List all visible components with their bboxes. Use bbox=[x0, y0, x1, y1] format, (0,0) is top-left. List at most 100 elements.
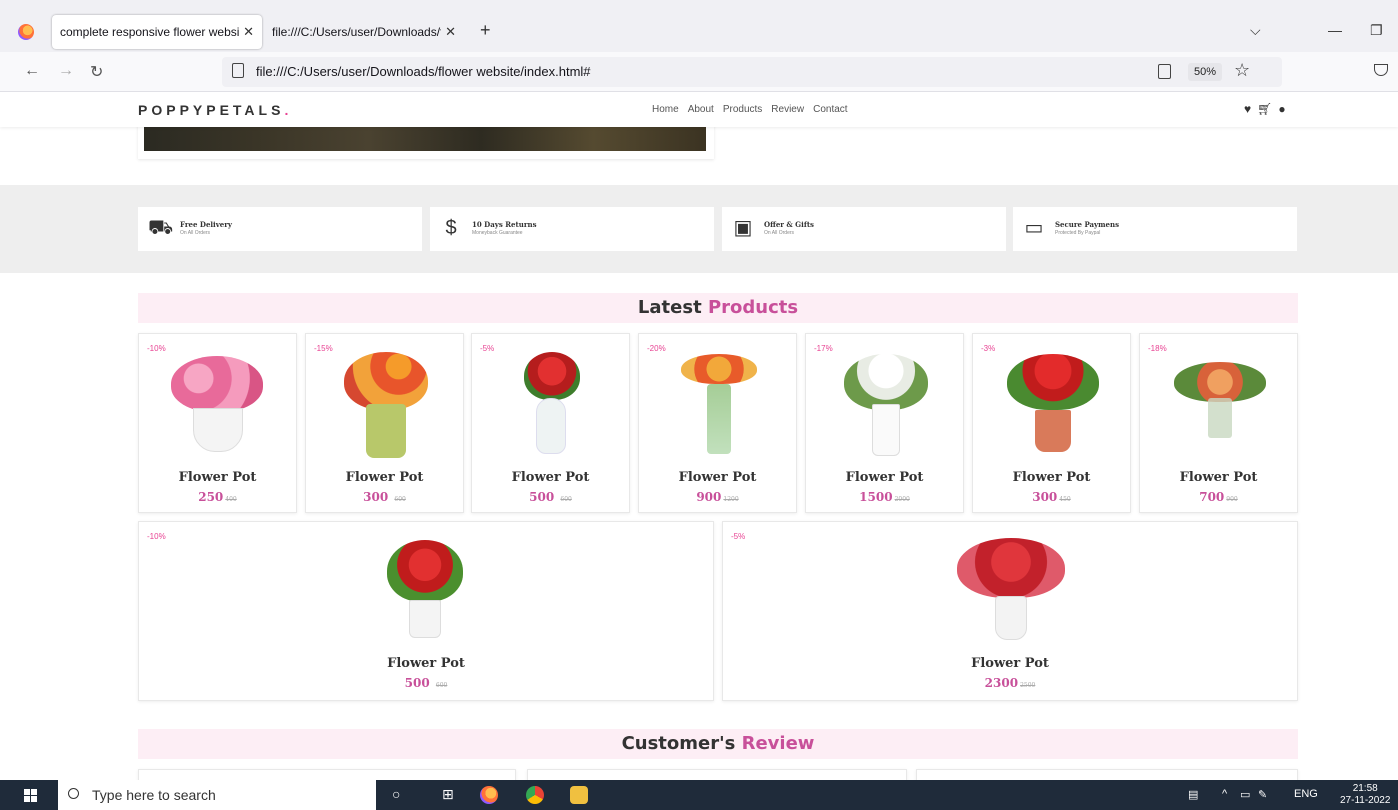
product-name: Flower Pot bbox=[845, 470, 924, 485]
language-indicator[interactable]: ENG bbox=[1294, 788, 1318, 800]
news-icon[interactable]: ▤ bbox=[1188, 788, 1198, 801]
minimize-icon[interactable]: — bbox=[1328, 22, 1342, 38]
restore-icon[interactable]: ❐ bbox=[1370, 22, 1383, 39]
pen-icon[interactable]: ✎ bbox=[1258, 788, 1267, 801]
file-explorer-icon[interactable] bbox=[570, 786, 588, 804]
reload-icon[interactable]: ↻ bbox=[90, 62, 103, 82]
product-card[interactable]: -18% Flower Pot 700 900 bbox=[1139, 333, 1298, 513]
feature-subtitle: On All Orders bbox=[180, 230, 211, 236]
new-tab-icon[interactable]: + bbox=[480, 20, 491, 41]
discount-badge: -10% bbox=[147, 344, 166, 353]
flower-pot-image bbox=[999, 352, 1107, 460]
customer-review-heading: Customer's Review bbox=[138, 729, 1298, 759]
feature-secure-payment: ▭ Secure Paymens Protected By Paypal bbox=[1013, 207, 1297, 251]
firefox-taskbar-icon[interactable] bbox=[480, 786, 498, 804]
flower-pot-image bbox=[679, 348, 759, 460]
pocket-icon[interactable] bbox=[1374, 64, 1388, 76]
product-card[interactable]: -15% Flower Pot 300 600 bbox=[305, 333, 464, 513]
chevron-down-icon[interactable]: ⌵ bbox=[1250, 22, 1261, 39]
forward-icon[interactable]: → bbox=[58, 62, 74, 80]
task-view-icon[interactable]: ⊞ bbox=[442, 786, 454, 803]
product-card[interactable]: -10% Flower Pot 500 600 bbox=[138, 521, 714, 701]
feature-gifts: ▣ Offer & Gifts On All Orders bbox=[722, 207, 1006, 251]
zoom-level[interactable]: 50% bbox=[1188, 63, 1223, 81]
star-icon[interactable]: ☆ bbox=[1234, 60, 1250, 81]
product-name: Flower Pot bbox=[1179, 470, 1258, 485]
product-card[interactable]: -5% Flower Pot 500 600 bbox=[471, 333, 630, 513]
product-card[interactable]: -17% Flower Pot 1500 2000 bbox=[805, 333, 964, 513]
feature-title: Free Delivery bbox=[180, 220, 232, 229]
close-icon[interactable]: ✕ bbox=[239, 24, 254, 40]
product-price: 500 600 bbox=[404, 676, 448, 690]
nav-products[interactable]: Products bbox=[723, 104, 762, 115]
flower-pot-image bbox=[844, 350, 928, 460]
url-text[interactable]: file:///C:/Users/user/Downloads/flower w… bbox=[256, 64, 591, 79]
page-icon bbox=[232, 63, 244, 78]
tab-file[interactable]: file:///C:/Users/user/Downloads/flo ✕ bbox=[264, 15, 464, 49]
flower-pot-image bbox=[387, 538, 463, 646]
product-name: Flower Pot bbox=[971, 656, 1049, 671]
tab-label: complete responsive flower website bbox=[60, 25, 240, 39]
product-price: 700 900 bbox=[1199, 490, 1238, 504]
product-name: Flower Pot bbox=[178, 470, 257, 485]
latest-products-heading: Latest Products bbox=[138, 293, 1298, 323]
product-price: 250 400 bbox=[198, 490, 237, 504]
chrome-taskbar-icon[interactable] bbox=[526, 786, 544, 804]
clock-time: 21:58 bbox=[1352, 783, 1378, 794]
page-viewport: POPPYPETALS. Home About Products Review … bbox=[0, 93, 1398, 780]
flower-pot-image bbox=[1170, 358, 1270, 448]
site-logo[interactable]: POPPYPETALS. bbox=[138, 102, 292, 118]
nav-review[interactable]: Review bbox=[771, 104, 804, 115]
header-icons: ♥ 🛒︎ ● bbox=[1244, 102, 1286, 116]
product-name: Flower Pot bbox=[1012, 470, 1091, 485]
reader-view-icon[interactable] bbox=[1158, 64, 1171, 79]
user-icon[interactable]: ● bbox=[1278, 102, 1285, 116]
discount-badge: -20% bbox=[647, 344, 666, 353]
review-card bbox=[527, 769, 907, 780]
url-bar[interactable]: file:///C:/Users/user/Downloads/flower w… bbox=[222, 57, 1282, 87]
product-name: Flower Pot bbox=[345, 470, 424, 485]
network-icon[interactable]: ▭ bbox=[1240, 788, 1250, 801]
feature-subtitle: Moneyback Guarantee bbox=[472, 230, 523, 236]
features-band: ⛟ Free Delivery On All Orders $ 10 Days … bbox=[0, 185, 1398, 273]
product-card[interactable]: -5% Flower Pot 2300 2500 bbox=[722, 521, 1298, 701]
feature-title: 10 Days Returns bbox=[472, 220, 537, 229]
product-price: 300 450 bbox=[1032, 490, 1071, 504]
product-card[interactable]: -20% Flower Pot 900 1200 bbox=[638, 333, 797, 513]
product-price: 2300 2500 bbox=[984, 676, 1036, 690]
cortana-icon[interactable]: ○ bbox=[392, 786, 400, 802]
site-nav: Home About Products Review Contact bbox=[652, 104, 848, 115]
feature-title: Secure Paymens bbox=[1055, 220, 1120, 229]
product-name: Flower Pot bbox=[511, 470, 590, 485]
windows-start-icon[interactable] bbox=[24, 789, 37, 802]
product-card[interactable]: -3% Flower Pot 300 450 bbox=[972, 333, 1131, 513]
heart-icon[interactable]: ♥ bbox=[1244, 102, 1251, 116]
product-card[interactable]: -10% Flower Pot 250 400 bbox=[138, 333, 297, 513]
nav-home[interactable]: Home bbox=[652, 104, 679, 115]
product-name: Flower Pot bbox=[678, 470, 757, 485]
taskbar: Type here to search ○ ⊞ ▤ ^ ▭ ✎ ENG 21:5… bbox=[0, 780, 1398, 810]
close-icon[interactable]: ✕ bbox=[441, 24, 456, 40]
product-price: 900 1200 bbox=[696, 490, 739, 504]
product-price: 300 600 bbox=[363, 490, 406, 504]
feature-subtitle: Protected By Paypal bbox=[1055, 230, 1101, 236]
cart-icon[interactable]: 🛒︎ bbox=[1257, 102, 1272, 116]
nav-contact[interactable]: Contact bbox=[813, 104, 847, 115]
feature-returns: $ 10 Days Returns Moneyback Guarantee bbox=[430, 207, 714, 251]
review-card bbox=[138, 769, 516, 780]
tab-flower-website[interactable]: complete responsive flower website ✕ bbox=[52, 15, 262, 49]
clock[interactable]: 21:58 27-11-2022 bbox=[1340, 783, 1390, 807]
clock-date: 27-11-2022 bbox=[1340, 795, 1391, 806]
feature-free-delivery: ⛟ Free Delivery On All Orders bbox=[138, 207, 422, 251]
discount-badge: -15% bbox=[314, 344, 333, 353]
discount-badge: -18% bbox=[1148, 344, 1167, 353]
chevron-up-icon[interactable]: ^ bbox=[1222, 788, 1227, 800]
back-icon[interactable]: ← bbox=[24, 62, 40, 80]
discount-badge: -5% bbox=[731, 532, 746, 541]
nav-about[interactable]: About bbox=[688, 104, 714, 115]
firefox-icon bbox=[18, 24, 34, 40]
tab-label: file:///C:/Users/user/Downloads/flo bbox=[272, 25, 442, 39]
gift-icon: ▣ bbox=[733, 217, 753, 239]
taskbar-search[interactable]: Type here to search bbox=[58, 780, 376, 810]
product-price: 500 600 bbox=[529, 490, 572, 504]
